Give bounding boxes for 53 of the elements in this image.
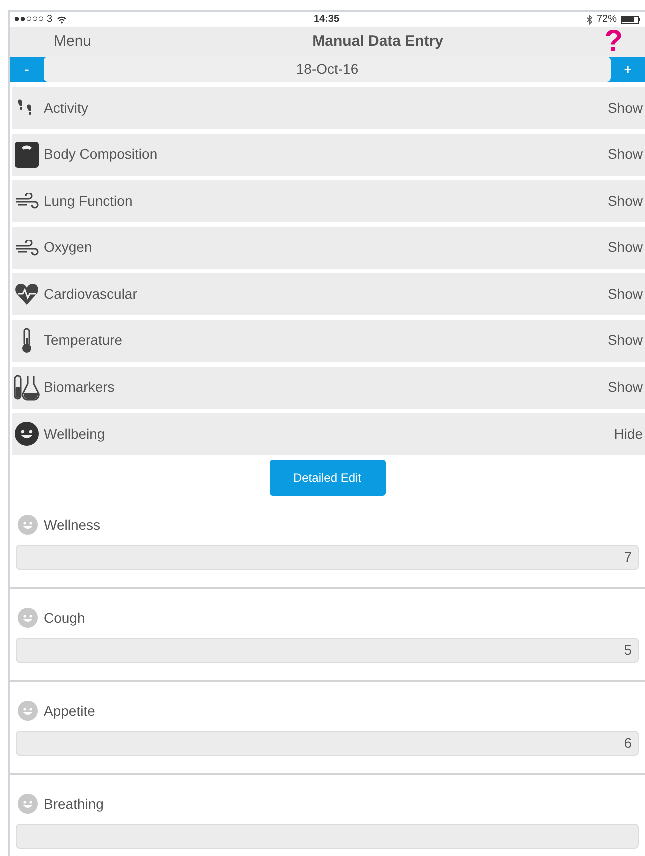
test-tube-flask-icon [14, 374, 40, 401]
category-label: Body Composition [44, 145, 159, 164]
toggle-link[interactable]: Show [608, 98, 643, 118]
metric-label: Wellness [44, 516, 101, 535]
value-field[interactable]: 5 [16, 638, 639, 664]
date-field[interactable]: 18-Oct-16 [44, 57, 611, 82]
smiley-icon [18, 794, 38, 814]
wifi-icon [56, 16, 67, 24]
smiley-icon [18, 701, 38, 722]
category-label: Wellbeing [44, 424, 106, 444]
battery-percent: 72% [596, 13, 617, 27]
status-time: 14:35 [314, 13, 340, 27]
menu-button[interactable]: Menu [54, 30, 92, 54]
category-row[interactable]: Activity Show [12, 87, 645, 129]
category-row[interactable]: Oxygen Show [12, 226, 645, 269]
category-row[interactable]: Biomarkers Show [12, 366, 645, 409]
smiley-icon [15, 422, 39, 446]
toggle-link[interactable]: Show [608, 144, 643, 166]
category-row[interactable]: Temperature Show [12, 320, 645, 362]
wind-icon [15, 193, 39, 210]
category-label: Lung Function [44, 192, 134, 211]
category-label: Oxygen [44, 238, 94, 258]
value-field[interactable] [16, 824, 639, 850]
toggle-link[interactable]: Show [608, 190, 643, 212]
metric-label: Breathing [44, 794, 104, 814]
screen-title: Manual Data Entry [312, 32, 444, 52]
help-button[interactable]: ? [604, 27, 623, 57]
battery-icon [620, 16, 641, 24]
value-field[interactable]: 7 [16, 545, 639, 570]
thermometer-icon [21, 328, 33, 354]
smiley-icon [18, 608, 38, 628]
toggle-link[interactable]: Show [608, 377, 643, 398]
category-label: Biomarkers [44, 378, 116, 398]
category-label: Temperature [44, 331, 124, 350]
category-row[interactable]: Cardiovascular Show [12, 273, 645, 316]
wind-icon [15, 240, 39, 256]
toggle-link[interactable]: Show [608, 284, 643, 305]
category-row[interactable]: Wellbeing Hide [12, 413, 645, 456]
bluetooth-icon [586, 14, 593, 24]
signal-carrier: ●●○○○ 3 [14, 13, 53, 27]
toggle-link[interactable]: Show [608, 330, 643, 352]
metric-label: Cough [44, 608, 86, 628]
metric-label: Appetite [44, 702, 96, 721]
category-row[interactable]: Body Composition Show [12, 134, 645, 176]
category-label: Cardiovascular [44, 284, 138, 304]
value-field[interactable]: 6 [16, 731, 639, 756]
toggle-link[interactable]: Show [608, 237, 643, 258]
scale-icon [15, 142, 39, 168]
smiley-icon [18, 515, 38, 536]
heart-pulse-icon [15, 282, 39, 306]
category-row[interactable]: Lung Function Show [12, 180, 645, 222]
category-label: Activity [44, 98, 90, 118]
toggle-link[interactable]: Hide [614, 424, 643, 445]
